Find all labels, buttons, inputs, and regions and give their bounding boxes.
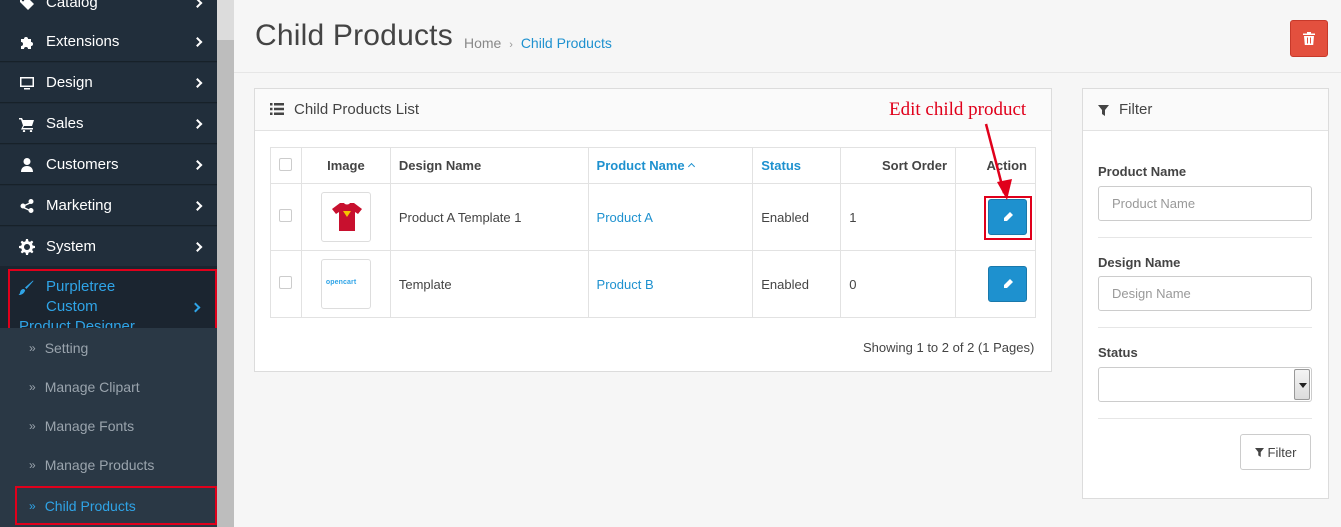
- puzzle-icon: [18, 34, 36, 50]
- sidebar-item-label: Customers: [46, 156, 119, 173]
- sort-order-cell: 1: [840, 183, 957, 251]
- sort-order-cell: 0: [840, 250, 957, 318]
- gear-icon: [18, 238, 36, 255]
- sidebar-item-customers[interactable]: Customers: [0, 145, 217, 185]
- breadcrumb-home[interactable]: Home: [464, 35, 501, 51]
- row-checkbox[interactable]: [279, 209, 293, 222]
- pagination-text: Showing 1 to 2 of 2 (1 Pages): [863, 340, 1035, 355]
- pencil-icon: [1004, 279, 1013, 288]
- panel-title: Filter: [1119, 101, 1153, 118]
- tshirt-image: [331, 203, 362, 231]
- product-thumbnail: opencart: [320, 259, 371, 309]
- annotation-label: Edit child product: [889, 99, 1027, 120]
- table-row: Product A Template 1 Product A Enabled 1: [270, 183, 1036, 251]
- filter-icon: [1098, 104, 1109, 119]
- highlight-box: [15, 486, 217, 525]
- highlight-box: [984, 196, 1032, 240]
- product-name-input[interactable]: [1098, 186, 1312, 221]
- breadcrumb-separator: ›: [509, 39, 513, 51]
- panel-title: Child Products List: [294, 101, 420, 118]
- sidebar-subitem-manage-fonts[interactable]: » Manage Fonts: [0, 406, 217, 445]
- double-chevron-icon: »: [29, 418, 36, 433]
- sidebar-subitem-setting[interactable]: » Setting: [0, 328, 217, 367]
- breadcrumb-current[interactable]: Child Products: [521, 35, 612, 51]
- sidebar-item-sales[interactable]: Sales: [0, 104, 217, 144]
- select-all-cell: [270, 147, 302, 184]
- page-title: Child Products: [255, 19, 453, 52]
- product-thumbnail: [320, 192, 371, 242]
- sidebar: Catalog Extensions Design Sales Customer…: [0, 0, 217, 527]
- sidebar-item-marketing[interactable]: Marketing: [0, 186, 217, 226]
- cart-icon: [18, 116, 36, 132]
- sidebar-item-label: Extensions: [46, 33, 120, 50]
- filter-divider: [1098, 237, 1312, 238]
- chevron-right-icon: [192, 77, 203, 88]
- filter-divider: [1098, 418, 1312, 419]
- chevron-right-icon: [192, 0, 203, 8]
- design-name-cell: Template: [389, 250, 589, 318]
- share-icon: [18, 198, 36, 214]
- opencart-logo: opencart: [325, 279, 357, 286]
- col-status[interactable]: Status: [752, 147, 842, 184]
- trash-icon: [1303, 32, 1315, 45]
- sidebar-item-label: Sales: [46, 115, 84, 132]
- double-chevron-icon: »: [29, 379, 36, 394]
- design-name-label: Design Name: [1098, 255, 1181, 270]
- select-all-checkbox[interactable]: [279, 157, 293, 171]
- scrollbar-thumb[interactable]: [217, 40, 234, 527]
- monitor-icon: [18, 75, 36, 91]
- col-image: Image: [300, 147, 391, 184]
- chevron-right-icon: [192, 36, 203, 47]
- col-sort-order: Sort Order: [840, 147, 957, 184]
- product-link[interactable]: Product B: [597, 277, 654, 292]
- child-products-table: Image Design Name Product Name Status So…: [270, 147, 1036, 318]
- product-link[interactable]: Product A: [597, 210, 653, 225]
- filter-button[interactable]: Filter: [1240, 434, 1311, 470]
- sidebar-subitem-manage-clipart[interactable]: » Manage Clipart: [0, 367, 217, 406]
- status-select[interactable]: [1098, 367, 1312, 402]
- panel-heading: Filter: [1083, 89, 1328, 131]
- edit-button[interactable]: [988, 266, 1027, 302]
- table-row: opencart Template Product B Enabled 0: [270, 250, 1036, 318]
- double-chevron-icon: »: [29, 457, 36, 472]
- user-icon: [18, 157, 36, 173]
- chevron-right-icon: [192, 118, 203, 129]
- sidebar-item-catalog[interactable]: Catalog: [0, 0, 217, 23]
- status-cell: Enabled: [752, 250, 842, 318]
- table-header-row: Image Design Name Product Name Status So…: [270, 147, 1036, 184]
- status-cell: Enabled: [752, 183, 842, 251]
- sidebar-item-label: Design: [46, 74, 93, 91]
- chevron-right-icon: [192, 241, 203, 252]
- sidebar-item-label: Marketing: [46, 197, 112, 214]
- design-name-input[interactable]: [1098, 276, 1312, 311]
- sidebar-item-system[interactable]: System: [0, 227, 217, 267]
- design-name-cell: Product A Template 1: [389, 183, 589, 251]
- sidebar-item-extensions[interactable]: Extensions: [0, 22, 217, 62]
- chevron-right-icon: [192, 159, 203, 170]
- status-label: Status: [1098, 345, 1138, 360]
- row-checkbox[interactable]: [279, 276, 293, 289]
- sidebar-scrollbar[interactable]: [217, 0, 234, 527]
- col-product-name[interactable]: Product Name: [587, 147, 754, 184]
- col-design-name: Design Name: [389, 147, 589, 184]
- chevron-right-icon: [192, 200, 203, 211]
- double-chevron-icon: »: [29, 340, 36, 355]
- tag-icon: [18, 0, 36, 11]
- list-icon: [270, 103, 284, 118]
- sidebar-item-label: Catalog: [46, 0, 98, 11]
- sidebar-item-label: System: [46, 238, 97, 255]
- sort-asc-icon: [687, 162, 695, 171]
- breadcrumb: Home › Child Products: [464, 35, 612, 51]
- highlight-box: [8, 269, 217, 330]
- sidebar-item-design[interactable]: Design: [0, 63, 217, 103]
- chevron-down-icon[interactable]: [1294, 369, 1310, 400]
- filter-divider: [1098, 327, 1312, 328]
- product-name-label: Product Name: [1098, 164, 1187, 179]
- header-divider: [234, 72, 1341, 73]
- col-action: Action: [955, 147, 1036, 184]
- sidebar-subitem-manage-products[interactable]: » Manage Products: [0, 445, 217, 484]
- delete-button[interactable]: [1290, 20, 1328, 57]
- filter-icon: [1254, 447, 1264, 457]
